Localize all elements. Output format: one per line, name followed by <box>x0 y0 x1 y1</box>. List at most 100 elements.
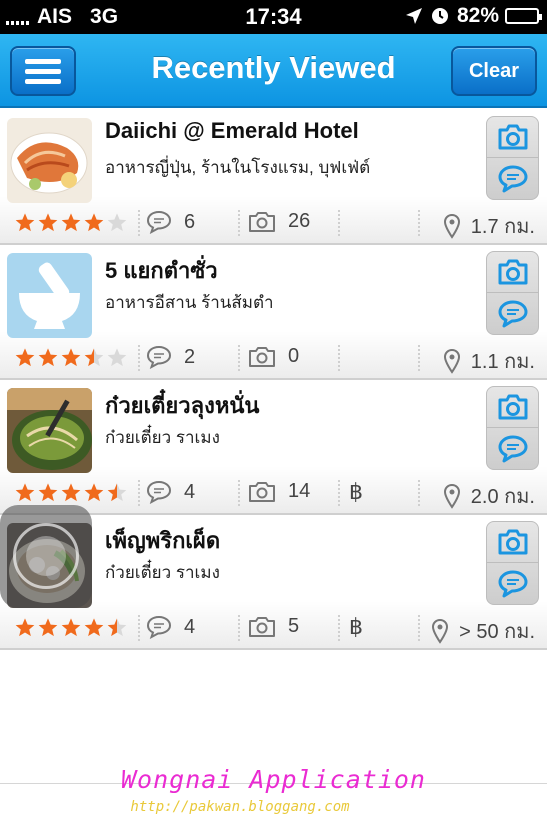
list-item[interactable]: Daiichi @ Emerald Hotel อาหารญี่ปุ่น, ร้… <box>0 110 547 245</box>
battery-percent: 82% <box>456 4 499 27</box>
speech-bubble-icon <box>498 570 527 597</box>
camera-icon <box>498 124 527 150</box>
restaurant-category: ก๋วยเตี๋ยว ราเมง <box>105 428 220 447</box>
action-buttons <box>486 386 539 470</box>
menu-icon-bar <box>25 59 61 64</box>
menu-icon-bar <box>25 79 61 84</box>
battery-icon <box>505 8 542 24</box>
location-pin-icon <box>443 213 460 239</box>
divider <box>238 480 240 506</box>
alarm-clock-icon <box>431 8 448 24</box>
menu-button[interactable] <box>10 46 76 96</box>
star-icon <box>107 483 127 502</box>
action-buttons <box>486 251 539 335</box>
assistive-touch-icon <box>13 523 79 589</box>
location-arrow-icon <box>405 8 422 24</box>
camera-outline-icon <box>249 211 275 232</box>
distance: 1.1 กม. <box>443 345 535 377</box>
restaurant-name: Daiichi @ Emerald Hotel <box>105 118 359 143</box>
list-item[interactable]: 5 แยกตำซั่ว อาหารอีสาน ร้านส้มตำ 2 0 1.1… <box>0 245 547 380</box>
list-item[interactable]: ก๋วยเตี๋ยวลุงหนั่น ก๋วยเตี๋ยว ราเมง 4 14… <box>0 380 547 515</box>
menu-icon-bar <box>25 69 61 74</box>
review-count: 4 <box>146 615 195 639</box>
divider <box>138 210 140 236</box>
noodle-photo-icon <box>7 388 92 473</box>
write-review-button[interactable] <box>487 158 538 199</box>
divider <box>338 480 340 506</box>
assistive-touch-button[interactable] <box>0 505 92 608</box>
add-photo-button[interactable] <box>487 117 538 158</box>
camera-outline-icon <box>249 346 275 367</box>
navigation-bar: Recently Viewed Clear <box>0 34 547 108</box>
write-review-button[interactable] <box>487 293 538 334</box>
distance-value: 2.0 กม. <box>470 486 535 508</box>
write-review-button[interactable] <box>487 563 538 604</box>
distance: > 50 กม. <box>431 615 535 647</box>
divider <box>418 480 420 506</box>
restaurant-name: เพ็ญพริกเผ็ด <box>105 528 221 553</box>
restaurant-name: ก๋วยเตี๋ยวลุงหนั่น <box>105 393 260 418</box>
divider <box>338 210 340 236</box>
star-icon <box>15 483 35 502</box>
speech-bubble-icon <box>498 300 527 327</box>
star-icon <box>38 348 58 367</box>
rating-stars <box>14 347 129 369</box>
price-level: ฿ <box>349 479 363 504</box>
item-stats: 4 14 ฿ 2.0 กม. <box>0 478 547 510</box>
location-pin-icon <box>432 618 449 644</box>
divider <box>238 210 240 236</box>
add-photo-button[interactable] <box>487 522 538 563</box>
item-stats: 6 26 1.7 กม. <box>0 208 547 240</box>
page-title: Recently Viewed <box>151 50 396 85</box>
star-icon <box>84 213 104 232</box>
review-count-value: 2 <box>184 345 196 368</box>
review-count: 4 <box>146 480 195 504</box>
review-count: 2 <box>146 345 195 369</box>
distance: 2.0 กม. <box>443 480 535 512</box>
restaurant-name: 5 แยกตำซั่ว <box>105 258 218 283</box>
photo-count-value: 26 <box>288 210 311 232</box>
divider <box>418 345 420 371</box>
restaurant-category: อาหารญี่ปุ่น, ร้านในโรงแรม, บุฟเฟ่ต์ <box>105 158 371 177</box>
photo-count: 5 <box>248 615 299 638</box>
speech-bubble-icon <box>498 165 527 192</box>
app-screen: AIS 3G 17:34 82% Recently Viewed Clear D… <box>0 0 547 821</box>
watermark-url: http://pakwan.bloggang.com <box>130 799 350 815</box>
speech-bubble-icon <box>498 435 527 462</box>
divider <box>418 615 420 641</box>
distance: 1.7 กม. <box>443 210 535 242</box>
photo-count-value: 0 <box>288 345 300 367</box>
divider <box>138 480 140 506</box>
photo-count-value: 14 <box>288 480 311 502</box>
review-count: 6 <box>146 210 195 234</box>
price-level: ฿ <box>349 614 363 639</box>
photo-count-value: 5 <box>288 615 300 637</box>
star-icon <box>84 483 104 502</box>
star-icon <box>84 618 104 637</box>
review-count-value: 6 <box>184 210 196 233</box>
comment-icon <box>146 210 172 234</box>
item-stats: 2 0 1.1 กม. <box>0 343 547 375</box>
review-count-value: 4 <box>184 480 196 503</box>
divider <box>238 615 240 641</box>
comment-icon <box>146 480 172 504</box>
clear-button[interactable]: Clear <box>451 46 537 96</box>
camera-icon <box>498 529 527 555</box>
comment-icon <box>146 345 172 369</box>
action-buttons <box>486 521 539 605</box>
camera-outline-icon <box>249 481 275 502</box>
status-bar: AIS 3G 17:34 82% <box>0 0 547 34</box>
add-photo-button[interactable] <box>487 387 538 428</box>
distance-value: 1.7 กม. <box>470 216 535 238</box>
star-icon <box>61 483 81 502</box>
location-pin-icon <box>443 483 460 509</box>
write-review-button[interactable] <box>487 428 538 469</box>
action-buttons <box>486 116 539 200</box>
star-icon <box>15 618 35 637</box>
distance-value: > 50 กม. <box>459 621 535 643</box>
restaurant-category: อาหารอีสาน ร้านส้มตำ <box>105 293 274 312</box>
divider <box>138 615 140 641</box>
photo-count: 0 <box>248 345 299 368</box>
add-photo-button[interactable] <box>487 252 538 293</box>
star-icon <box>61 618 81 637</box>
